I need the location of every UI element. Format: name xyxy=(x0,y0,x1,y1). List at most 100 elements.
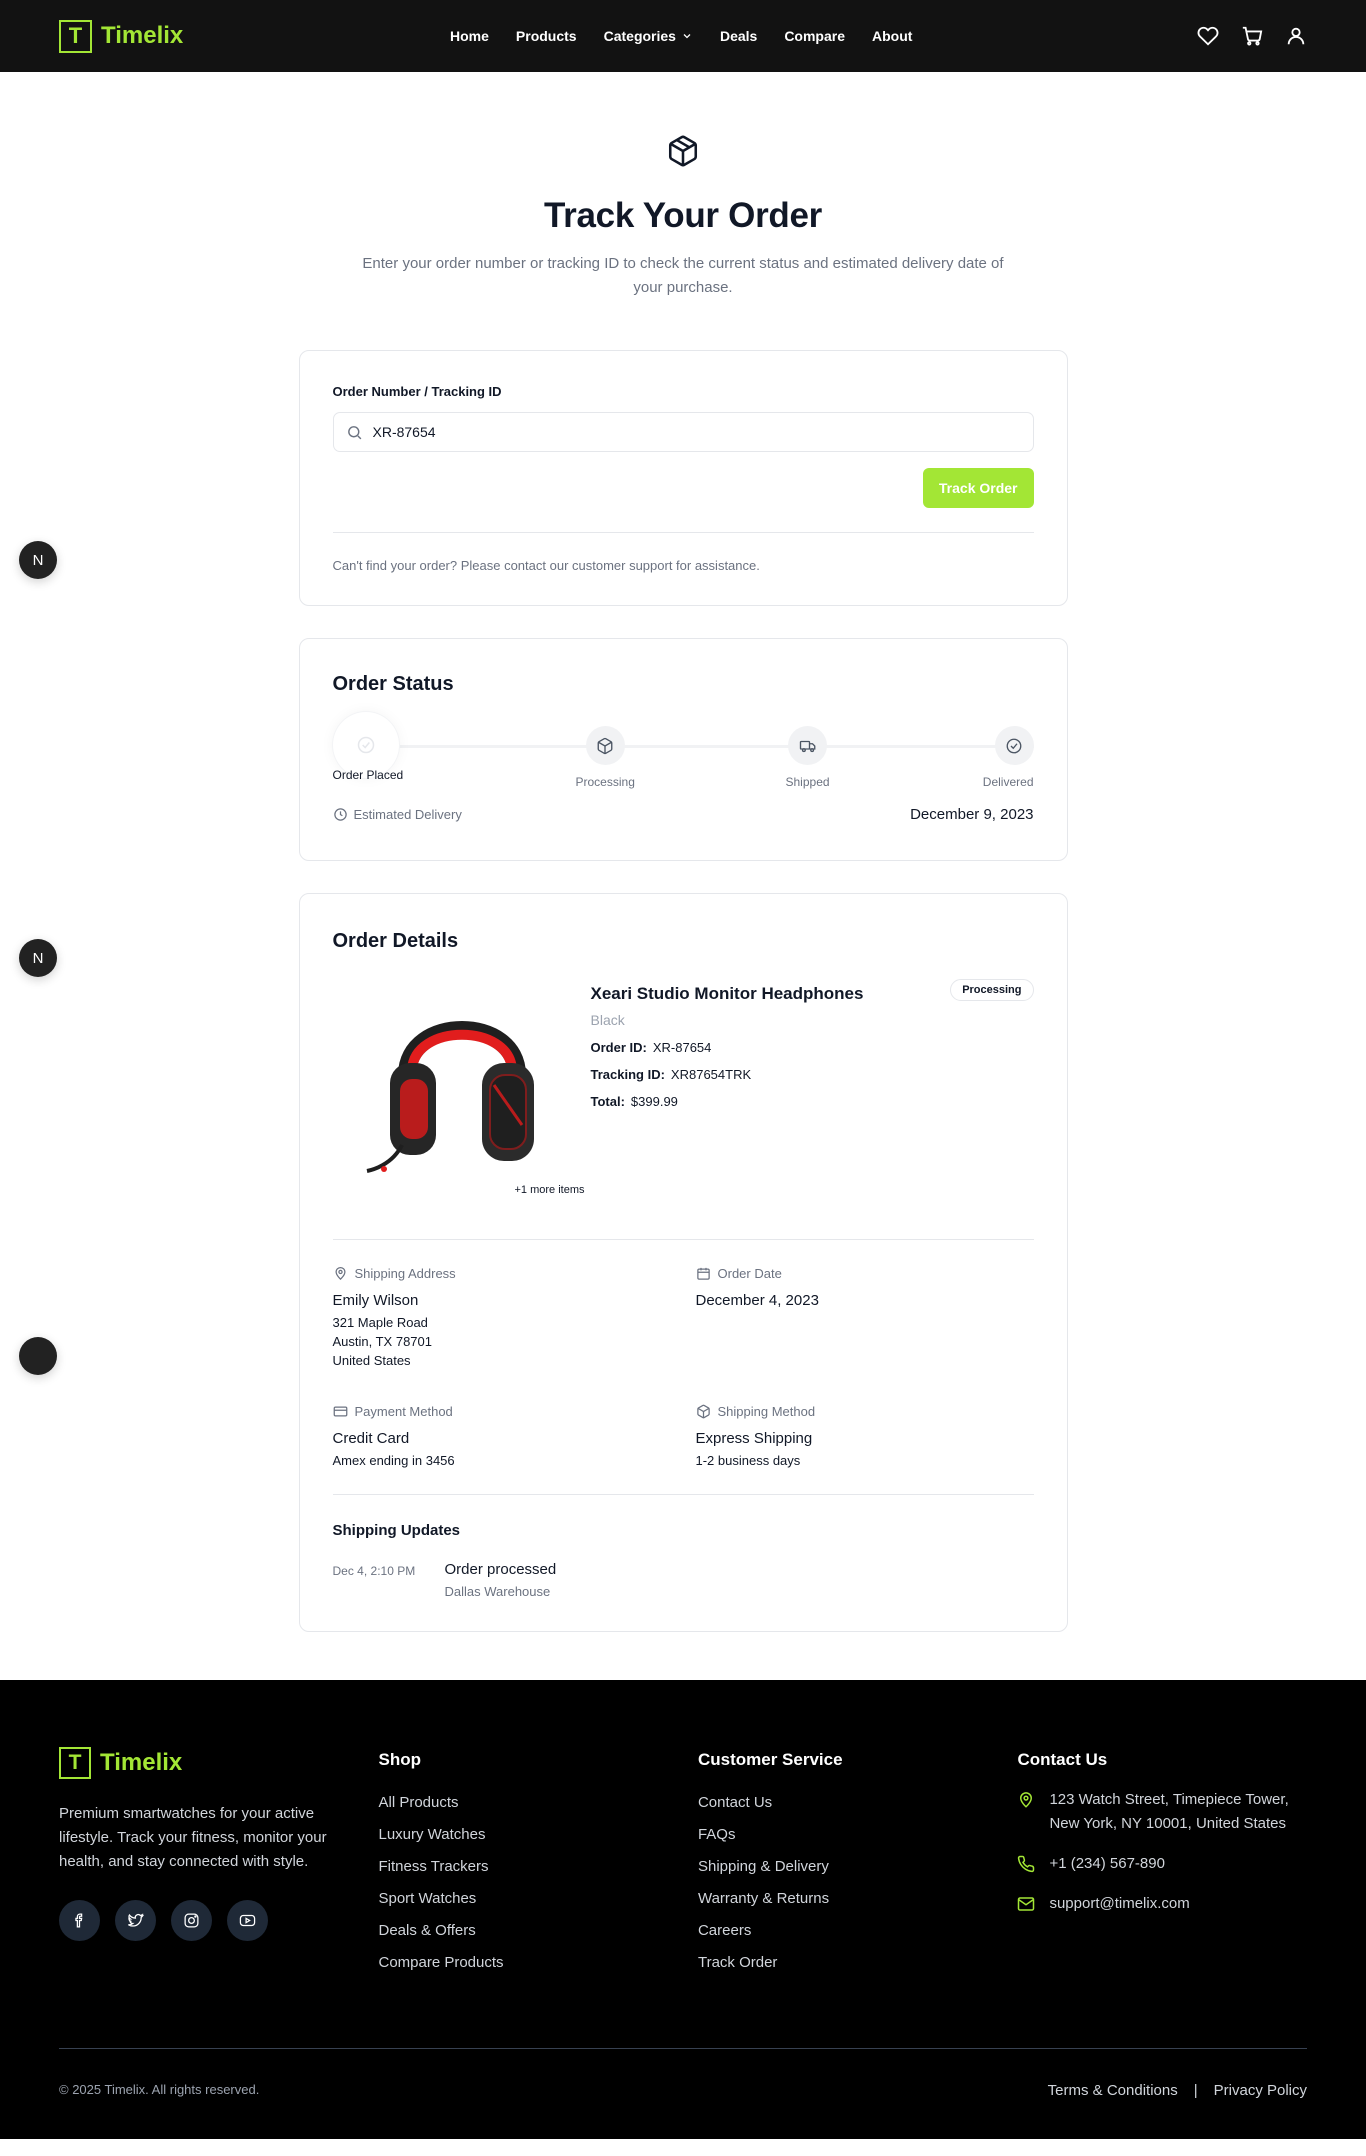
credit-card-icon xyxy=(333,1406,347,1417)
nav-categories[interactable]: Categories xyxy=(604,28,693,44)
divider xyxy=(332,532,1034,533)
footer-link-luxury-watches[interactable]: Luxury Watches xyxy=(378,1826,697,1843)
contact-address-text: 123 Watch Street, Timepiece Tower, New Y… xyxy=(1049,1791,1289,1832)
footer-link-track-order[interactable]: Track Order xyxy=(698,1954,1017,1971)
contact-email-text: support@timelix.com xyxy=(1049,1895,1190,1912)
shipping-method-block: Shipping Method Express Shipping 1-2 bus… xyxy=(696,1404,1034,1468)
status-badge: Processing xyxy=(950,979,1034,1001)
tracking-id-label: Tracking ID: xyxy=(590,1067,665,1082)
shipping-update-item: Dec 4, 2:10 PM Order processed Dallas Wa… xyxy=(333,1561,1034,1599)
legal-separator: | xyxy=(1193,2082,1198,2099)
order-id-row: Order ID: XR-87654 xyxy=(591,1040,1034,1055)
twitter-icon[interactable] xyxy=(115,1900,156,1941)
footer-service-title: Customer Service xyxy=(697,1750,843,1769)
footer-link-warranty-returns[interactable]: Warranty & Returns xyxy=(698,1890,1017,1907)
nav-actions xyxy=(1197,25,1307,47)
map-pin-icon xyxy=(1020,1792,1033,1808)
footer-bottom-bar: © 2025 Timelix. All rights reserved. Ter… xyxy=(59,2048,1307,2099)
footer-link-careers[interactable]: Careers xyxy=(698,1922,1017,1939)
recipient-name: Emily Wilson xyxy=(332,1292,419,1309)
tracking-id-row: Tracking ID: XR87654TRK xyxy=(591,1067,1034,1082)
footer-link-sport-watches[interactable]: Sport Watches xyxy=(378,1890,697,1907)
tracking-id-value: XR87654TRK xyxy=(670,1067,752,1082)
mail-icon xyxy=(1018,1897,1035,1911)
floating-badge-n[interactable]: N xyxy=(15,537,61,583)
step-delivered: Delivered xyxy=(983,726,1034,789)
nav-compare[interactable]: Compare xyxy=(784,28,845,44)
package-icon xyxy=(597,737,613,754)
nav-about[interactable]: About xyxy=(872,28,912,44)
product-variant: Black xyxy=(590,1012,625,1028)
divider xyxy=(332,1239,1034,1240)
stepper-track xyxy=(332,745,1034,748)
user-icon[interactable] xyxy=(1285,25,1307,47)
divider xyxy=(332,1494,1034,1495)
step-circle xyxy=(994,726,1034,765)
more-items-label: +1 more items xyxy=(514,1184,585,1196)
contact-phone-text: +1 (234) 567-890 xyxy=(1049,1855,1165,1872)
footer-link-deals-offers[interactable]: Deals & Offers xyxy=(378,1922,697,1939)
chevron-down-icon xyxy=(683,34,691,39)
legal-links: Terms & Conditions | Privacy Policy xyxy=(1048,2082,1307,2099)
payment-method-block: Payment Method Credit Card Amex ending i… xyxy=(333,1404,696,1468)
address-line-2: Austin, TX 78701 xyxy=(332,1334,433,1349)
track-order-page: N N Track Your Order Enter your order nu… xyxy=(0,72,1366,1680)
order-date-value: December 4, 2023 xyxy=(695,1292,819,1309)
nav-home[interactable]: Home xyxy=(450,28,489,44)
social-links xyxy=(59,1900,378,1941)
footer-link-shipping-delivery[interactable]: Shipping & Delivery xyxy=(698,1858,1017,1875)
instagram-icon[interactable] xyxy=(171,1900,212,1941)
footer-link-faqs[interactable]: FAQs xyxy=(698,1826,1017,1843)
step-label: Processing xyxy=(575,775,635,789)
payment-method-value: Credit Card xyxy=(332,1430,410,1447)
shipping-method-detail: 1-2 business days xyxy=(695,1453,801,1468)
step-circle xyxy=(585,726,625,765)
step-label: Order Placed xyxy=(332,768,404,782)
order-status-title: Order Status xyxy=(332,673,454,695)
footer-link-contact-us[interactable]: Contact Us xyxy=(698,1794,1017,1811)
youtube-icon[interactable] xyxy=(227,1900,268,1941)
update-location: Dallas Warehouse xyxy=(444,1584,551,1599)
footer-description: Premium smartwatches for your active lif… xyxy=(59,1805,327,1870)
order-search-field[interactable] xyxy=(332,412,1034,452)
shipping-method-label: Shipping Method xyxy=(717,1404,816,1419)
footer-link-fitness-trackers[interactable]: Fitness Trackers xyxy=(378,1858,697,1875)
status-stepper: Order Placed Processing Shipped Delivere… xyxy=(332,712,1034,789)
contact-email[interactable]: support@timelix.com xyxy=(1017,1892,1307,1916)
order-id-label: Order ID: xyxy=(590,1040,647,1055)
contact-address: 123 Watch Street, Timepiece Tower, New Y… xyxy=(1017,1788,1307,1836)
page-title: Track Your Order xyxy=(544,196,822,235)
payment-method-label: Payment Method xyxy=(354,1404,453,1419)
brand-mark: T xyxy=(59,19,92,53)
floating-badge-dot[interactable] xyxy=(15,1333,61,1379)
shipping-method-value: Express Shipping xyxy=(695,1430,813,1447)
footer-link-compare-products[interactable]: Compare Products xyxy=(378,1954,697,1971)
terms-link[interactable]: Terms & Conditions xyxy=(1048,2082,1178,2099)
track-order-button[interactable]: Track Order xyxy=(922,468,1034,508)
copyright: © 2025 Timelix. All rights reserved. xyxy=(59,2082,260,2097)
order-details-card: Order Details +1 more items Xeari Studio xyxy=(298,893,1068,1632)
footer-link-all-products[interactable]: All Products xyxy=(378,1794,697,1811)
cart-icon[interactable] xyxy=(1241,25,1263,47)
heart-icon[interactable] xyxy=(1197,25,1219,47)
step-label: Delivered xyxy=(982,775,1034,789)
order-number-input[interactable] xyxy=(372,424,1021,440)
nav-products[interactable]: Products xyxy=(516,28,577,44)
product-image[interactable]: +1 more items xyxy=(333,975,591,1200)
brand-logo[interactable]: T Timelix xyxy=(59,19,183,53)
footer-brand-logo[interactable]: T Timelix xyxy=(59,1747,378,1779)
facebook-icon[interactable] xyxy=(59,1900,100,1941)
nav-deals[interactable]: Deals xyxy=(720,28,757,44)
contact-phone[interactable]: +1 (234) 567-890 xyxy=(1017,1852,1307,1876)
privacy-link[interactable]: Privacy Policy xyxy=(1214,2082,1307,2099)
estimated-delivery-row: Estimated Delivery December 9, 2023 xyxy=(333,806,1034,823)
headphones-image xyxy=(366,1021,534,1173)
page-subtitle: Enter your order number or tracking ID t… xyxy=(362,255,1004,296)
main-nav: Home Products Categories Deals Compare A… xyxy=(450,0,912,72)
estimated-delivery-date: December 9, 2023 xyxy=(910,806,1034,823)
floating-badge-n[interactable]: N xyxy=(15,935,61,981)
order-details-title: Order Details xyxy=(332,930,459,952)
truck-icon xyxy=(799,740,815,752)
footer-brand-column: T Timelix Premium smartwatches for your … xyxy=(59,1747,378,1971)
order-status-card: Order Status Order Placed Processing Shi… xyxy=(298,638,1068,861)
